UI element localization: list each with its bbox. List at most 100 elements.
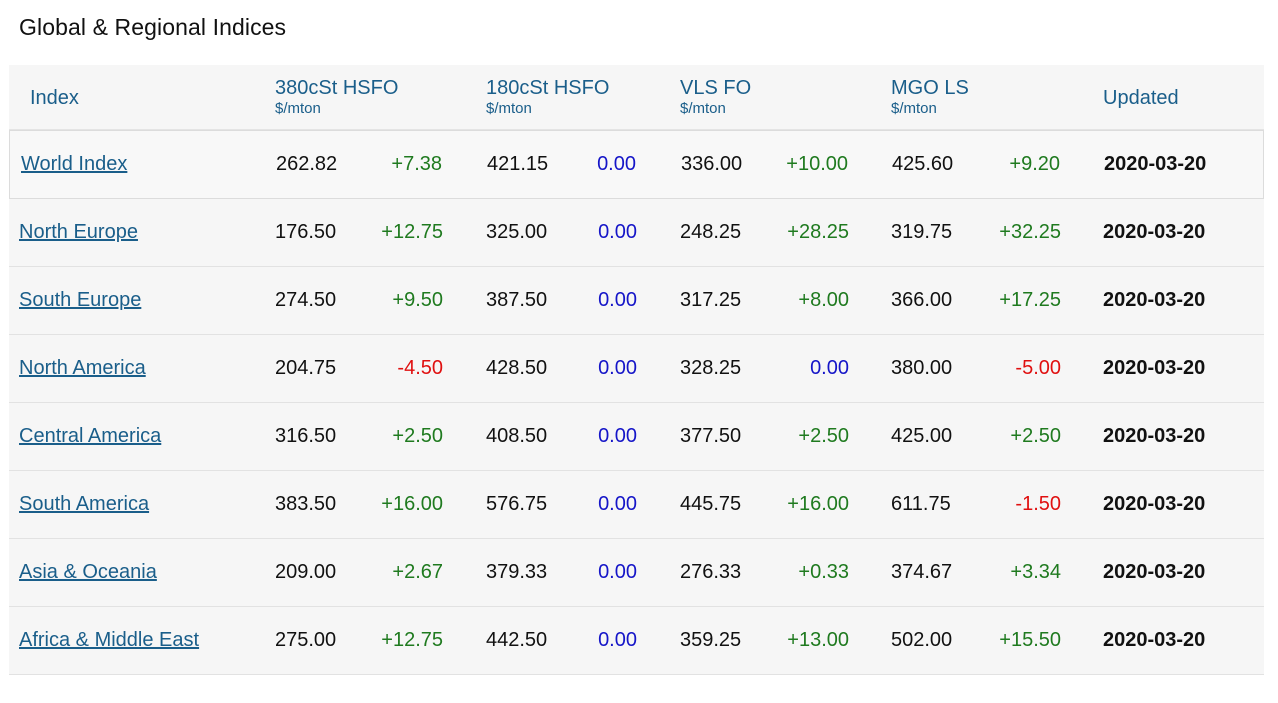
header-380cst-hsfo-title: 380cSt HSFO bbox=[275, 77, 399, 99]
table-row: North Europe 176.50 +12.75 325.00 0.00 248.25… bbox=[9, 199, 1264, 267]
updated-date: 2020-03-20 bbox=[1103, 629, 1206, 651]
hsfo180-price: 576.75 bbox=[486, 493, 548, 515]
vlsfo-change: +10.00 bbox=[786, 153, 848, 175]
index-link[interactable]: Central America bbox=[19, 425, 161, 448]
table-row: North America 204.75 -4.50 428.50 0.00 328.25… bbox=[9, 335, 1264, 403]
hsfo180-change: 0.00 bbox=[598, 425, 637, 447]
hsfo180-change: 0.00 bbox=[598, 357, 637, 379]
index-name-cell: Central America bbox=[19, 403, 161, 470]
vlsfo-change: +8.00 bbox=[798, 289, 849, 311]
hsfo380-price: 275.00 bbox=[275, 629, 337, 651]
index-name-cell: North America bbox=[19, 335, 146, 402]
index-name-cell: North Europe bbox=[19, 199, 138, 266]
table-row: Africa & Middle East 275.00 +12.75 442.50 0.… bbox=[9, 607, 1264, 675]
hsfo180-change: 0.00 bbox=[598, 629, 637, 651]
hsfo380-price: 262.82 bbox=[276, 153, 338, 175]
mgols-change: +9.20 bbox=[1009, 153, 1060, 175]
updated-date: 2020-03-20 bbox=[1103, 561, 1206, 583]
hsfo380-price: 176.50 bbox=[275, 221, 337, 243]
mgols-change: -5.00 bbox=[1015, 357, 1061, 379]
vlsfo-change: +0.33 bbox=[798, 561, 849, 583]
index-link[interactable]: South America bbox=[19, 493, 149, 516]
hsfo180-price: 421.15 bbox=[487, 153, 549, 175]
header-mgo-ls: MGO LS $/mton bbox=[891, 65, 969, 130]
hsfo380-change: -4.50 bbox=[397, 357, 443, 379]
vlsfo-price: 445.75 bbox=[680, 493, 742, 515]
vlsfo-change: +16.00 bbox=[787, 493, 849, 515]
hsfo380-price: 274.50 bbox=[275, 289, 337, 311]
hsfo180-change: 0.00 bbox=[598, 221, 637, 243]
header-380cst-hsfo-unit: $/mton bbox=[275, 100, 321, 117]
hsfo180-price: 387.50 bbox=[486, 289, 548, 311]
hsfo380-change: +7.38 bbox=[391, 153, 442, 175]
index-link[interactable]: North Europe bbox=[19, 221, 138, 244]
updated-date: 2020-03-20 bbox=[1103, 221, 1206, 243]
updated-date: 2020-03-20 bbox=[1104, 153, 1207, 175]
hsfo180-price: 379.33 bbox=[486, 561, 548, 583]
header-180cst-hsfo-title: 180cSt HSFO bbox=[486, 77, 610, 99]
index-link[interactable]: North America bbox=[19, 357, 146, 380]
mgols-change: -1.50 bbox=[1015, 493, 1061, 515]
hsfo180-change: 0.00 bbox=[597, 153, 636, 175]
header-vls-fo-title: VLS FO bbox=[680, 77, 752, 99]
mgols-price: 425.00 bbox=[891, 425, 953, 447]
index-link[interactable]: Asia & Oceania bbox=[19, 561, 157, 584]
header-vls-fo-unit: $/mton bbox=[680, 100, 726, 117]
mgols-price: 374.67 bbox=[891, 561, 953, 583]
mgols-price: 366.00 bbox=[891, 289, 953, 311]
vlsfo-price: 276.33 bbox=[680, 561, 742, 583]
index-link[interactable]: World Index bbox=[21, 153, 127, 176]
vlsfo-price: 317.25 bbox=[680, 289, 742, 311]
hsfo380-price: 383.50 bbox=[275, 493, 337, 515]
indices-table: Index 380cSt HSFO $/mton 180cSt HSFO $/m… bbox=[9, 65, 1264, 675]
hsfo380-change: +2.67 bbox=[392, 561, 443, 583]
table-row: Asia & Oceania 209.00 +2.67 379.33 0.00 276.3… bbox=[9, 539, 1264, 607]
table-row: South Europe 274.50 +9.50 387.50 0.00 317.25 +… bbox=[9, 267, 1264, 335]
hsfo380-change: +16.00 bbox=[381, 493, 443, 515]
mgols-price: 380.00 bbox=[891, 357, 953, 379]
mgols-change: +17.25 bbox=[999, 289, 1061, 311]
vlsfo-price: 328.25 bbox=[680, 357, 742, 379]
mgols-change: +32.25 bbox=[999, 221, 1061, 243]
header-index-label: Index bbox=[30, 86, 79, 109]
index-link[interactable]: Africa & Middle East bbox=[19, 629, 199, 652]
header-180cst-hsfo: 180cSt HSFO $/mton bbox=[486, 65, 609, 130]
mgols-price: 502.00 bbox=[891, 629, 953, 651]
hsfo180-price: 442.50 bbox=[486, 629, 548, 651]
index-name-cell: World Index bbox=[21, 131, 127, 198]
header-380cst-hsfo: 380cSt HSFO $/mton bbox=[275, 65, 398, 130]
header-updated-label: Updated bbox=[1103, 86, 1179, 109]
updated-date: 2020-03-20 bbox=[1103, 357, 1206, 379]
header-updated: Updated bbox=[1103, 65, 1179, 130]
vlsfo-price: 248.25 bbox=[680, 221, 742, 243]
vlsfo-change: +28.25 bbox=[787, 221, 849, 243]
header-vls-fo: VLS FO $/mton bbox=[680, 65, 751, 130]
table-row: South America 383.50 +16.00 576.75 0.00 445.7… bbox=[9, 471, 1264, 539]
hsfo180-price: 325.00 bbox=[486, 221, 548, 243]
vlsfo-change: +2.50 bbox=[798, 425, 849, 447]
mgols-change: +3.34 bbox=[1010, 561, 1061, 583]
index-link[interactable]: South Europe bbox=[19, 289, 141, 312]
vlsfo-change: +13.00 bbox=[787, 629, 849, 651]
hsfo380-change: +2.50 bbox=[392, 425, 443, 447]
header-180cst-hsfo-unit: $/mton bbox=[486, 100, 532, 117]
hsfo180-price: 428.50 bbox=[486, 357, 548, 379]
page-title: Global & Regional Indices bbox=[19, 14, 287, 40]
mgols-change: +15.50 bbox=[999, 629, 1061, 651]
table-row: World Index 262.82 +7.38 421.15 0.00 336.00 +1… bbox=[9, 130, 1264, 199]
table-body: World Index 262.82 +7.38 421.15 0.00 336.00 +1… bbox=[9, 130, 1264, 675]
updated-date: 2020-03-20 bbox=[1103, 493, 1206, 515]
index-name-cell: South Europe bbox=[19, 267, 141, 334]
mgols-price: 425.60 bbox=[892, 153, 954, 175]
mgols-price: 611.75 bbox=[891, 493, 951, 515]
index-name-cell: Africa & Middle East bbox=[19, 607, 199, 674]
hsfo380-price: 316.50 bbox=[275, 425, 337, 447]
header-index: Index bbox=[30, 65, 79, 130]
vlsfo-price: 377.50 bbox=[680, 425, 742, 447]
updated-date: 2020-03-20 bbox=[1103, 425, 1206, 447]
hsfo180-price: 408.50 bbox=[486, 425, 548, 447]
hsfo180-change: 0.00 bbox=[598, 289, 637, 311]
mgols-change: +2.50 bbox=[1010, 425, 1061, 447]
hsfo180-change: 0.00 bbox=[598, 561, 637, 583]
mgols-price: 319.75 bbox=[891, 221, 953, 243]
